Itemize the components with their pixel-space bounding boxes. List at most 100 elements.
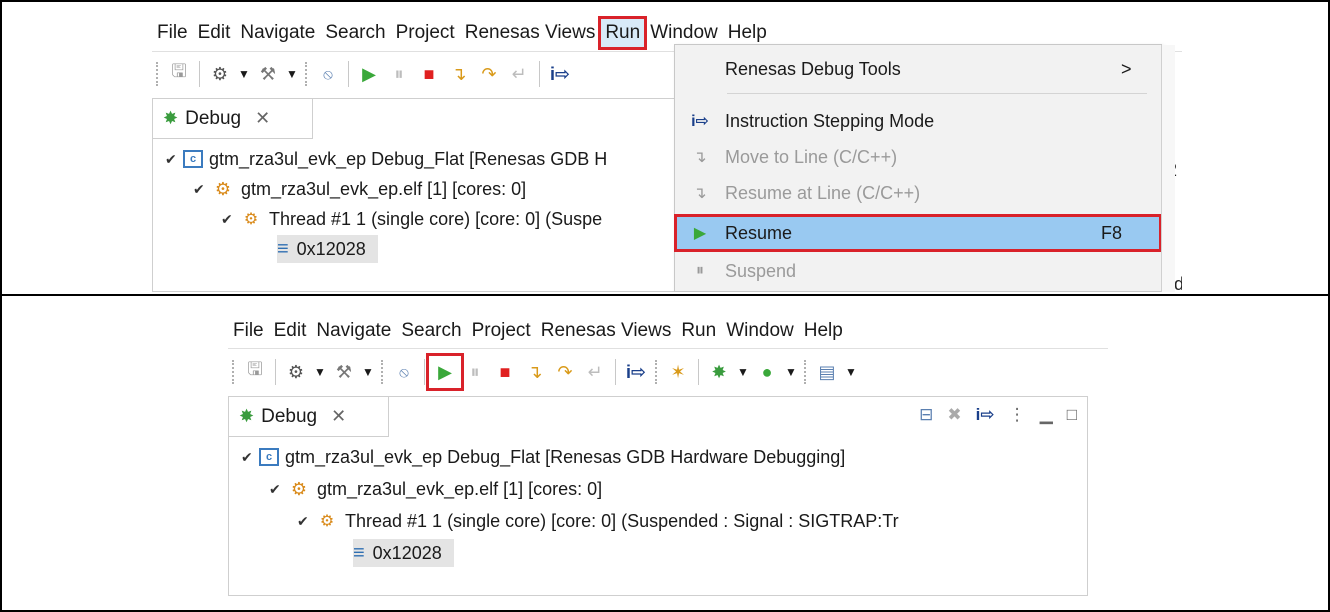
tree-row-launch[interactable]: ✔ c gtm_rza3ul_evk_ep Debug_Flat [Renesa… — [241, 443, 845, 471]
chevron-down-icon[interactable]: ✔ — [241, 449, 259, 466]
debug-icon[interactable]: ⚙ — [281, 357, 311, 387]
toolbar-separator — [615, 359, 616, 385]
chevron-down-icon[interactable]: ✔ — [221, 211, 239, 228]
resume-icon[interactable]: ▶ — [354, 59, 384, 89]
chevron-down-icon[interactable]: ✔ — [269, 481, 287, 498]
tree-row-launch[interactable]: ✔ c gtm_rza3ul_evk_ep Debug_Flat [Renesa… — [165, 145, 607, 173]
chevron-down-icon[interactable]: ✔ — [193, 181, 211, 198]
menu-item-resume-at-line[interactable]: ↴ Resume at Line (C/C++) — [675, 175, 1161, 211]
chevron-down-icon[interactable]: ▼ — [311, 357, 329, 387]
close-icon[interactable]: ✕ — [255, 108, 270, 129]
menu-item-suspend[interactable]: ⏸ Suspend — [675, 253, 1161, 289]
step-return-icon[interactable]: ↵ — [580, 357, 610, 387]
instruction-stepping-icon[interactable]: i⇨ — [621, 357, 651, 387]
drop-to-frame-icon[interactable]: ✶ — [663, 357, 693, 387]
skip-breakpoints-icon[interactable]: ⦸ — [313, 59, 343, 89]
menu-navigate[interactable]: Navigate — [311, 316, 396, 346]
menu-run[interactable]: Run — [676, 316, 721, 346]
chevron-down-icon[interactable]: ▼ — [842, 357, 860, 387]
process-icon: ⚙ — [290, 478, 308, 499]
menu-edit[interactable]: Edit — [193, 18, 236, 48]
toolbar-separator — [424, 359, 425, 385]
launch-label: gtm_rza3ul_evk_ep Debug_Flat [Renesas GD… — [209, 148, 608, 169]
run-menu-dropdown: Renesas Debug Tools > i⇨ Instruction Ste… — [674, 44, 1175, 292]
chevron-right-icon: > — [1121, 58, 1132, 79]
stack-frame-icon: ≡ — [353, 541, 365, 564]
move-to-line-icon: ↴ — [693, 149, 707, 166]
chevron-down-icon[interactable]: ✔ — [165, 151, 183, 168]
instruction-stepping-icon[interactable]: i⇨ — [976, 405, 995, 425]
step-into-icon[interactable]: ↴ — [520, 357, 550, 387]
chevron-down-icon[interactable]: ▼ — [283, 59, 301, 89]
menu-project[interactable]: Project — [391, 18, 460, 48]
terminate-icon[interactable]: ■ — [490, 357, 520, 387]
save-icon[interactable]: 🖫 — [164, 59, 194, 89]
toolbar-separator — [539, 61, 540, 87]
toolbar-separator — [275, 359, 276, 385]
tab-debug[interactable]: ✸ Debug ✕ — [229, 397, 389, 437]
suspend-icon: ⏸ — [695, 262, 704, 279]
debug-launch-icon[interactable]: ✸ — [704, 357, 734, 387]
menu-item-renesas-debug-tools[interactable]: Renesas Debug Tools > — [675, 51, 1161, 87]
run-launch-icon[interactable]: ● — [752, 357, 782, 387]
chevron-down-icon[interactable]: ▼ — [782, 357, 800, 387]
tree-row-thread[interactable]: ✔ ⚙ Thread #1 1 (single core) [core: 0] … — [221, 205, 602, 233]
maximize-icon[interactable]: □ — [1067, 405, 1077, 425]
debug-view: ✸ Debug ✕ ⊟ ✖ i⇨ ⋮ ▁ □ ✔ c gtm_rza3ul_ev… — [228, 396, 1088, 596]
tree-row-process[interactable]: ✔ ⚙ gtm_rza3ul_evk_ep.elf [1] [cores: 0] — [193, 175, 526, 203]
menu-item-resume[interactable]: ▶ Resume F8 — [674, 214, 1162, 252]
menu-search[interactable]: Search — [396, 316, 466, 346]
tree-row-process[interactable]: ✔ ⚙ gtm_rza3ul_evk_ep.elf [1] [cores: 0] — [269, 475, 602, 503]
menu-file[interactable]: File — [228, 316, 269, 346]
step-into-icon[interactable]: ↴ — [444, 59, 474, 89]
chevron-down-icon[interactable]: ▼ — [734, 357, 752, 387]
menu-search[interactable]: Search — [320, 18, 390, 48]
hammer-icon[interactable]: ⚒ — [253, 59, 283, 89]
skip-breakpoints-icon[interactable]: ⦸ — [389, 357, 419, 387]
menu-renesas-views[interactable]: Renesas Views — [536, 316, 677, 346]
tree-row-frame[interactable]: ≡ 0x12028 — [353, 539, 454, 567]
menu-project[interactable]: Project — [467, 316, 536, 346]
suspend-icon[interactable]: ⏸ — [384, 59, 414, 89]
instruction-stepping-icon: i⇨ — [691, 113, 709, 130]
save-icon[interactable]: 🖫 — [240, 357, 270, 387]
menu-rule — [228, 348, 1108, 349]
bug-icon: ✸ — [163, 108, 179, 128]
instruction-stepping-icon[interactable]: i⇨ — [545, 59, 575, 89]
hammer-icon[interactable]: ⚒ — [329, 357, 359, 387]
menu-edit[interactable]: Edit — [269, 316, 312, 346]
tree-row-frame[interactable]: ≡ 0x12028 — [277, 235, 378, 263]
toolbar-grip — [655, 360, 659, 384]
menu-renesas-views[interactable]: Renesas Views — [460, 18, 601, 48]
step-over-icon[interactable]: ↷ — [550, 357, 580, 387]
tab-debug[interactable]: ✸ Debug ✕ — [153, 99, 313, 139]
menu-help[interactable]: Help — [799, 316, 848, 346]
menu-item-move-to-line[interactable]: ↴ Move to Line (C/C++) — [675, 139, 1161, 175]
external-tools-icon[interactable]: ▤ — [812, 357, 842, 387]
toolbar-separator — [698, 359, 699, 385]
menu-file[interactable]: File — [152, 18, 193, 48]
remove-terminated-icon[interactable]: ✖ — [947, 405, 961, 425]
view-menu-icon[interactable]: ⋮ — [1009, 405, 1026, 425]
minimize-icon[interactable]: ▁ — [1040, 405, 1053, 425]
step-over-icon[interactable]: ↷ — [474, 59, 504, 89]
process-label: gtm_rza3ul_evk_ep.elf [1] [cores: 0] — [317, 478, 603, 499]
chevron-down-icon[interactable]: ▼ — [359, 357, 377, 387]
c-launch-icon: c — [259, 448, 279, 466]
debug-icon[interactable]: ⚙ — [205, 59, 235, 89]
close-icon[interactable]: ✕ — [331, 406, 346, 427]
menu-item-instruction-stepping-mode[interactable]: i⇨ Instruction Stepping Mode — [675, 103, 1161, 139]
scrollbar[interactable] — [1161, 45, 1175, 292]
step-return-icon[interactable]: ↵ — [504, 59, 534, 89]
process-icon: ⚙ — [214, 178, 232, 199]
suspend-icon[interactable]: ⏸ — [460, 357, 490, 387]
tree-row-thread[interactable]: ✔ ⚙ Thread #1 1 (single core) [core: 0] … — [297, 507, 899, 535]
terminate-icon[interactable]: ■ — [414, 59, 444, 89]
chevron-down-icon[interactable]: ▼ — [235, 59, 253, 89]
menu-navigate[interactable]: Navigate — [235, 18, 320, 48]
resume-icon[interactable]: ▶ — [426, 353, 464, 391]
chevron-down-icon[interactable]: ✔ — [297, 513, 315, 530]
collapse-all-icon[interactable]: ⊟ — [919, 405, 933, 425]
menu-run[interactable]: Run — [598, 16, 648, 50]
menu-window[interactable]: Window — [721, 316, 799, 346]
